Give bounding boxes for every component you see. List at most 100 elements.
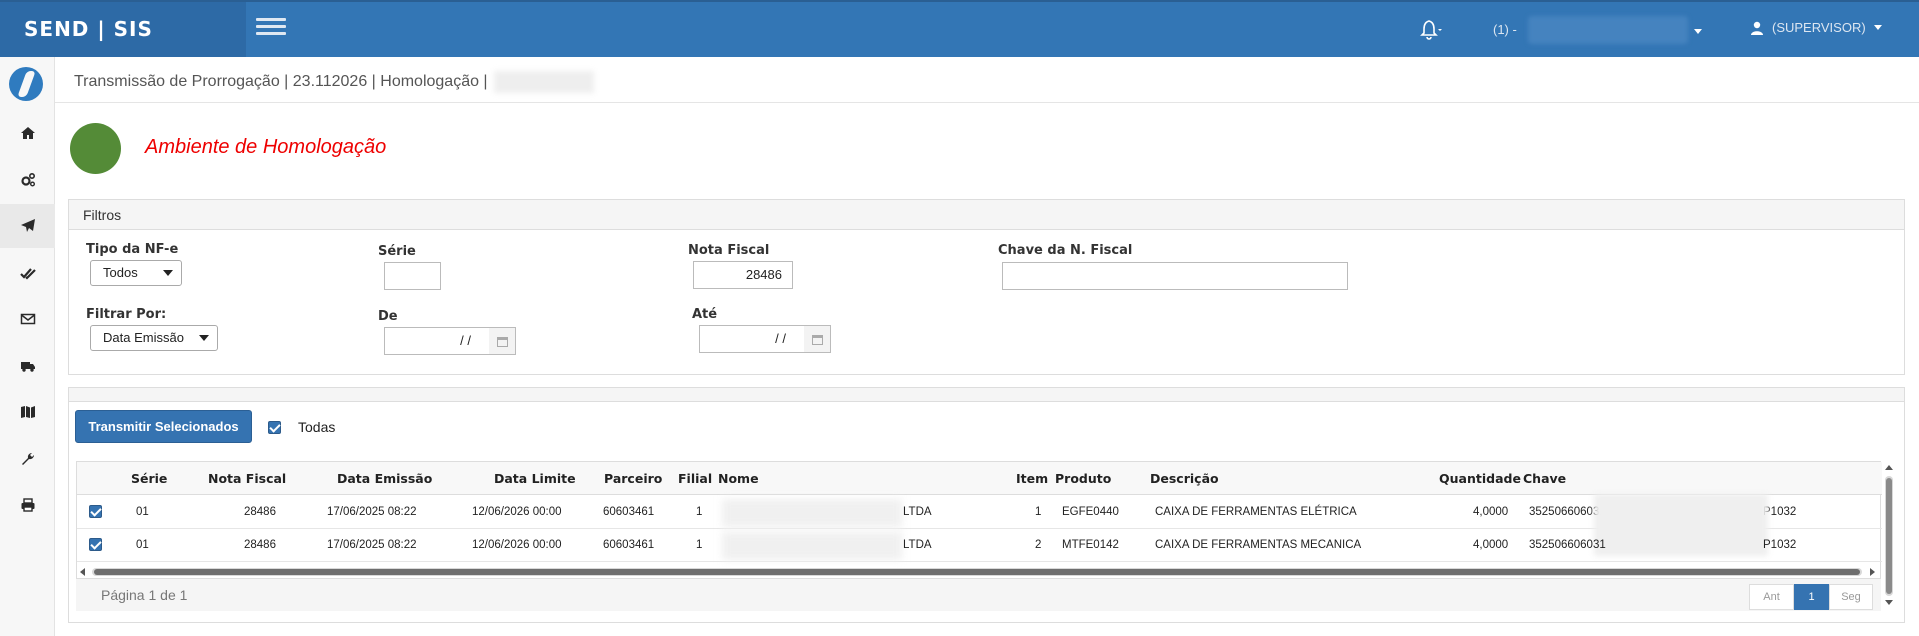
column-header[interactable]: Data Emissão [337, 462, 432, 495]
filters-heading: Filtros [69, 200, 1904, 230]
ate-label: Até [692, 307, 718, 322]
column-header[interactable]: Filial [678, 462, 712, 495]
column-header[interactable]: Produto [1055, 462, 1111, 495]
results-panel-header [69, 388, 1904, 402]
filtrar-por-select[interactable]: Data Emissão [90, 325, 218, 351]
cell-item: 1 [1035, 506, 1042, 518]
cell-chave: 352506606031 [1529, 539, 1606, 551]
select-all-label: Todas [298, 419, 336, 435]
menu-toggle-icon[interactable] [256, 18, 286, 40]
cell-quantidade: 4,0000 [1473, 506, 1509, 518]
next-page-button[interactable]: Seg [1829, 584, 1873, 610]
pager: Página 1 de 1 Ant 1 Seg [76, 578, 1881, 611]
breadcrumb: Transmissão de Prorrogação | 23.112026 |… [55, 57, 1919, 103]
unit-selector[interactable]: (1) - [1493, 22, 1517, 37]
top-bar: SEND | SIS (1) - (SUPERVISOR) [0, 0, 1919, 57]
breadcrumb-text: Transmissão de Prorrogação | 23.112026 |… [74, 73, 488, 90]
user-label: (SUPERVISOR) [1772, 20, 1866, 35]
select-all-checkbox[interactable] [268, 421, 281, 434]
cell-nome: LTDA [903, 539, 932, 551]
cell-parceiro: 60603461 [603, 506, 655, 518]
environment-status-indicator [70, 123, 121, 174]
cell-nome-redacted [722, 532, 902, 560]
chevron-down-icon [199, 335, 209, 341]
user-menu[interactable]: (SUPERVISOR) [1750, 20, 1882, 35]
brand-logo[interactable]: SEND | SIS [0, 2, 246, 57]
calendar-icon[interactable] [804, 325, 831, 353]
cogs-icon[interactable] [0, 158, 55, 202]
page-info: Página 1 de 1 [101, 587, 188, 603]
scroll-up-icon[interactable] [1885, 465, 1893, 470]
horizontal-scrollbar[interactable] [77, 565, 1882, 579]
filters-panel: Filtros [68, 199, 1905, 375]
bell-icon[interactable] [1418, 17, 1444, 43]
cell-emissao: 17/06/2025 08:22 [327, 539, 417, 551]
sidebar [0, 57, 55, 636]
cell-serie: 01 [136, 539, 149, 551]
row-checkbox[interactable] [89, 505, 102, 518]
scroll-thumb[interactable] [94, 569, 1860, 575]
app-logo-icon[interactable] [9, 67, 43, 101]
map-icon[interactable] [0, 390, 55, 434]
tipo-nfe-select[interactable]: Todos [90, 260, 182, 286]
serie-input[interactable] [384, 262, 441, 290]
unit-name-redacted [1528, 16, 1688, 44]
column-header[interactable]: Série [131, 462, 167, 495]
nota-fiscal-label: Nota Fiscal [688, 243, 770, 258]
cell-nota: 28486 [244, 539, 276, 551]
cell-produto: EGFE0440 [1062, 506, 1119, 518]
filtrar-por-label: Filtrar Por: [86, 307, 167, 322]
serie-label: Série [378, 244, 416, 259]
chevron-down-icon[interactable] [1694, 29, 1702, 34]
breadcrumb-redacted [493, 70, 594, 93]
row-checkbox[interactable] [89, 538, 102, 551]
cell-produto: MTFE0142 [1062, 539, 1119, 551]
column-header[interactable]: Parceiro [604, 462, 662, 495]
page-1-button[interactable]: 1 [1794, 584, 1829, 610]
scroll-left-icon[interactable] [80, 568, 85, 576]
column-header[interactable]: Descrição [1150, 462, 1219, 495]
filtrar-por-value: Data Emissão [103, 330, 184, 345]
scroll-thumb[interactable] [1886, 478, 1892, 594]
column-header[interactable]: Nome [718, 462, 759, 495]
cell-nome-redacted [722, 499, 902, 527]
cell-nome: LTDA [903, 506, 932, 518]
scroll-down-icon[interactable] [1885, 600, 1893, 605]
de-label: De [378, 309, 398, 324]
scroll-right-icon[interactable] [1870, 568, 1875, 576]
double-check-icon[interactable] [0, 251, 55, 295]
envelope-icon[interactable] [0, 297, 55, 341]
column-header[interactable]: Data Limite [494, 462, 576, 495]
wrench-icon[interactable] [0, 437, 55, 481]
print-icon[interactable] [0, 483, 55, 527]
cell-chave-end: P1032 [1763, 539, 1797, 551]
nota-fiscal-input[interactable]: 28486 [693, 261, 793, 289]
cell-nota: 28486 [244, 506, 276, 518]
chevron-down-icon [1873, 25, 1882, 30]
table-row[interactable]: 01 28486 17/06/2025 08:22 12/06/2026 00:… [77, 529, 1882, 562]
truck-icon[interactable] [0, 344, 55, 388]
vertical-scrollbar[interactable] [1883, 462, 1895, 610]
calendar-icon[interactable] [489, 327, 516, 355]
column-header[interactable]: Item [1016, 462, 1048, 495]
ate-date-input[interactable]: / / [699, 325, 805, 353]
column-header[interactable]: Quantidade [1439, 462, 1521, 495]
column-header[interactable]: Nota Fiscal [208, 462, 286, 495]
cell-filial: 1 [696, 506, 703, 518]
prev-page-button[interactable]: Ant [1749, 584, 1794, 610]
cell-filial: 1 [696, 539, 703, 551]
home-icon[interactable] [0, 111, 55, 155]
chave-input[interactable] [1002, 262, 1348, 290]
column-header[interactable]: Chave [1523, 462, 1566, 495]
de-date-input[interactable]: / / [384, 327, 490, 355]
cell-item: 2 [1035, 539, 1042, 551]
cell-quantidade: 4,0000 [1473, 539, 1509, 551]
tipo-nfe-value: Todos [103, 265, 138, 280]
table-header: Série Nota Fiscal Data Emissão Data Limi… [77, 462, 1882, 495]
chevron-down-icon [163, 270, 173, 276]
tipo-nfe-label: Tipo da NF-e [86, 242, 179, 257]
table-row[interactable]: 01 28486 17/06/2025 08:22 12/06/2026 00:… [77, 494, 1882, 556]
paper-plane-icon[interactable] [0, 204, 55, 248]
cell-parceiro: 60603461 [603, 539, 655, 551]
transmit-selected-button[interactable]: Transmitir Selecionados [75, 410, 252, 443]
